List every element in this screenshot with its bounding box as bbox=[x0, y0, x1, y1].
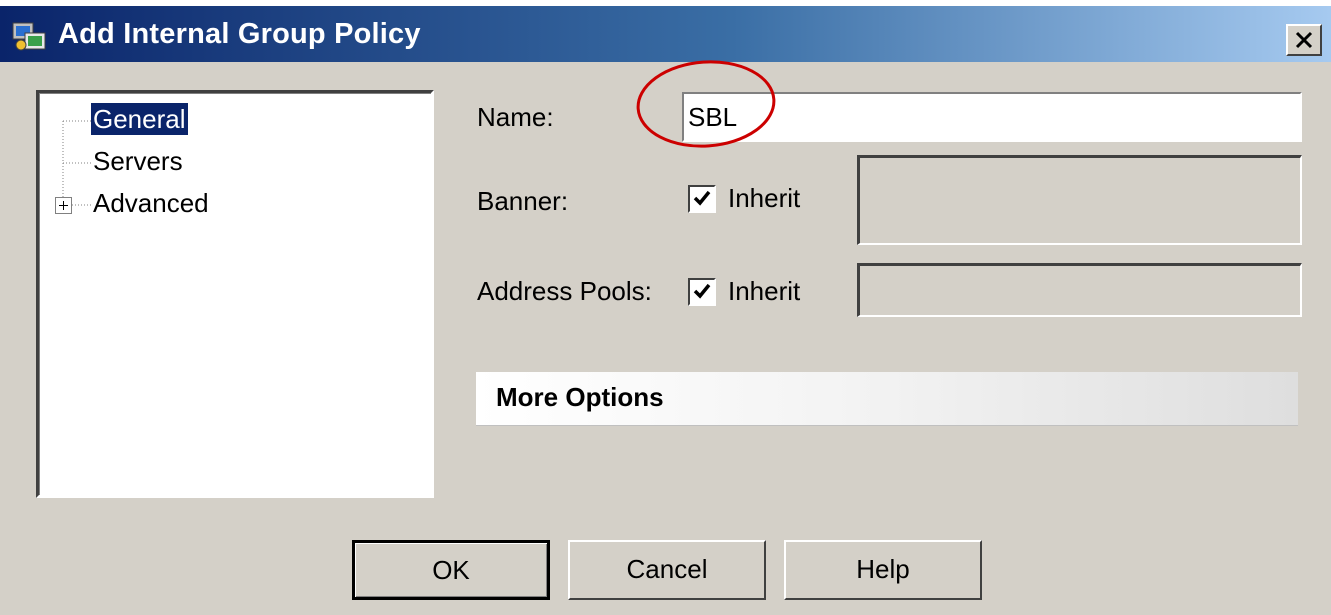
tree-item-servers[interactable]: Servers bbox=[93, 145, 183, 177]
ok-button[interactable]: OK bbox=[352, 540, 550, 600]
banner-inherit-label: Inherit bbox=[728, 183, 801, 213]
address-pools-label: Address Pools: bbox=[477, 276, 652, 306]
navigation-tree[interactable]: General Servers Advanced bbox=[36, 90, 434, 498]
cancel-button[interactable]: Cancel bbox=[568, 540, 766, 600]
close-icon bbox=[1295, 31, 1313, 49]
banner-label: Banner: bbox=[477, 186, 569, 216]
address-pools-field bbox=[857, 263, 1302, 317]
checkmark-icon bbox=[693, 283, 711, 299]
more-options-label: More Options bbox=[496, 382, 664, 412]
title-bar[interactable]: Add Internal Group Policy bbox=[0, 6, 1331, 62]
name-input[interactable] bbox=[682, 92, 1302, 142]
app-icon bbox=[12, 22, 46, 51]
pools-inherit-label: Inherit bbox=[728, 276, 801, 306]
help-button[interactable]: Help bbox=[784, 540, 982, 600]
pools-inherit-checkbox[interactable] bbox=[688, 278, 716, 306]
close-button[interactable] bbox=[1286, 24, 1322, 56]
tree-item-general[interactable]: General bbox=[91, 103, 188, 135]
name-label: Name: bbox=[477, 102, 554, 132]
more-options-section[interactable]: More Options bbox=[476, 372, 1298, 426]
banner-textarea bbox=[857, 155, 1302, 245]
tree-item-advanced[interactable]: Advanced bbox=[93, 187, 209, 219]
window-title: Add Internal Group Policy bbox=[58, 18, 421, 50]
banner-inherit-checkbox[interactable] bbox=[688, 185, 716, 213]
checkmark-icon bbox=[693, 190, 711, 206]
tree-expand-icon[interactable] bbox=[55, 197, 72, 214]
